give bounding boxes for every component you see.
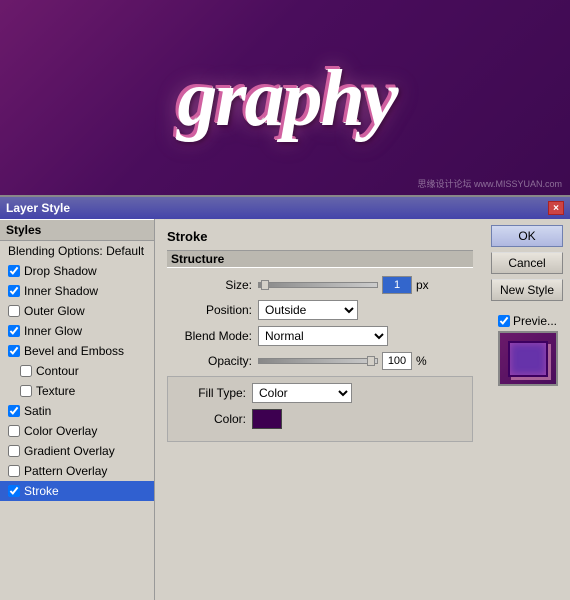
- structure-subtitle: Structure: [167, 250, 473, 268]
- color-overlay-checkbox[interactable]: [8, 425, 20, 437]
- color-swatch[interactable]: [252, 409, 282, 429]
- drop-shadow-checkbox[interactable]: [8, 265, 20, 277]
- outer-glow-checkbox[interactable]: [8, 305, 20, 317]
- size-unit: px: [416, 278, 429, 292]
- fill-type-label: Fill Type:: [176, 386, 246, 400]
- contour-checkbox[interactable]: [20, 365, 32, 377]
- texture-label: Texture: [36, 384, 75, 398]
- gradient-overlay-checkbox[interactable]: [8, 445, 20, 457]
- position-row: Position: Outside Inside Center: [167, 300, 473, 320]
- size-row: Size: px: [167, 276, 473, 294]
- blend-mode-controls: Normal Multiply Screen Overlay: [258, 326, 473, 346]
- dialog-title: Layer Style: [6, 201, 70, 215]
- styles-panel: Styles Blending Options: Default Drop Sh…: [0, 219, 155, 600]
- size-controls: px: [258, 276, 473, 294]
- fill-type-select[interactable]: Color Gradient Pattern: [252, 383, 352, 403]
- position-select[interactable]: Outside Inside Center: [258, 300, 358, 320]
- inner-glow-checkbox[interactable]: [8, 325, 20, 337]
- preview-checkbox-row: Previe...: [498, 314, 557, 328]
- candy-text-preview: graphy: [175, 52, 394, 143]
- ok-button[interactable]: OK: [491, 225, 563, 247]
- size-input[interactable]: [382, 276, 412, 294]
- stroke-checkbox[interactable]: [8, 485, 20, 497]
- bevel-emboss-label: Bevel and Emboss: [24, 344, 124, 358]
- blending-options-label: Blending Options: Default: [8, 244, 144, 258]
- color-overlay-label: Color Overlay: [24, 424, 97, 438]
- inner-glow-label: Inner Glow: [24, 324, 82, 338]
- blend-mode-row: Blend Mode: Normal Multiply Screen Overl…: [167, 326, 473, 346]
- watermark: 思缘设计论坛 www.MISSYUAN.com: [417, 177, 562, 190]
- stroke-section-title: Stroke: [167, 229, 473, 244]
- layer-style-dialog: Layer Style × Styles Blending Options: D…: [0, 195, 570, 600]
- style-item-inner-shadow[interactable]: Inner Shadow: [0, 281, 154, 301]
- main-panel: Stroke Structure Size: px Position:: [155, 219, 485, 600]
- fill-type-controls: Color Gradient Pattern: [252, 383, 464, 403]
- position-label: Position:: [167, 303, 252, 317]
- style-item-bevel-emboss[interactable]: Bevel and Emboss: [0, 341, 154, 361]
- color-controls: [252, 409, 464, 429]
- dialog-body: Styles Blending Options: Default Drop Sh…: [0, 219, 570, 600]
- preview-area: graphy 思缘设计论坛 www.MISSYUAN.com: [0, 0, 570, 195]
- opacity-slider-thumb[interactable]: [367, 356, 375, 366]
- contour-label: Contour: [36, 364, 79, 378]
- size-slider-thumb[interactable]: [261, 280, 269, 290]
- pattern-overlay-checkbox[interactable]: [8, 465, 20, 477]
- style-item-satin[interactable]: Satin: [0, 401, 154, 421]
- preview-thumb-inner: [508, 341, 548, 377]
- opacity-slider-track[interactable]: [258, 358, 378, 364]
- satin-checkbox[interactable]: [8, 405, 20, 417]
- opacity-input[interactable]: [382, 352, 412, 370]
- style-item-gradient-overlay[interactable]: Gradient Overlay: [0, 441, 154, 461]
- preview-label: Previe...: [513, 314, 557, 328]
- buttons-panel: OK Cancel New Style Previe...: [485, 219, 570, 600]
- dialog-titlebar: Layer Style ×: [0, 197, 570, 219]
- style-item-inner-glow[interactable]: Inner Glow: [0, 321, 154, 341]
- size-label: Size:: [167, 278, 252, 292]
- opacity-unit: %: [416, 354, 427, 368]
- position-controls: Outside Inside Center: [258, 300, 473, 320]
- size-slider-track[interactable]: [258, 282, 378, 288]
- style-item-drop-shadow[interactable]: Drop Shadow: [0, 261, 154, 281]
- fill-type-section: Fill Type: Color Gradient Pattern Color:: [167, 376, 473, 442]
- style-item-color-overlay[interactable]: Color Overlay: [0, 421, 154, 441]
- drop-shadow-label: Drop Shadow: [24, 264, 97, 278]
- texture-checkbox[interactable]: [20, 385, 32, 397]
- inner-shadow-label: Inner Shadow: [24, 284, 98, 298]
- opacity-row: Opacity: %: [167, 352, 473, 370]
- new-style-button[interactable]: New Style: [491, 279, 563, 301]
- fill-type-row: Fill Type: Color Gradient Pattern: [176, 383, 464, 403]
- blend-mode-select[interactable]: Normal Multiply Screen Overlay: [258, 326, 388, 346]
- gradient-overlay-label: Gradient Overlay: [24, 444, 115, 458]
- inner-shadow-checkbox[interactable]: [8, 285, 20, 297]
- blend-mode-label: Blend Mode:: [167, 329, 252, 343]
- styles-header: Styles: [0, 219, 154, 241]
- pattern-overlay-label: Pattern Overlay: [24, 464, 107, 478]
- stroke-label: Stroke: [24, 484, 59, 498]
- cancel-button[interactable]: Cancel: [491, 252, 563, 274]
- opacity-controls: %: [258, 352, 473, 370]
- satin-label: Satin: [24, 404, 51, 418]
- style-item-contour[interactable]: Contour: [0, 361, 154, 381]
- style-item-pattern-overlay[interactable]: Pattern Overlay: [0, 461, 154, 481]
- close-button[interactable]: ×: [548, 201, 564, 215]
- preview-checkbox[interactable]: [498, 315, 510, 327]
- style-item-texture[interactable]: Texture: [0, 381, 154, 401]
- style-item-blending[interactable]: Blending Options: Default: [0, 241, 154, 261]
- style-item-stroke[interactable]: Stroke: [0, 481, 154, 501]
- outer-glow-label: Outer Glow: [24, 304, 85, 318]
- opacity-label: Opacity:: [167, 354, 252, 368]
- bevel-emboss-checkbox[interactable]: [8, 345, 20, 357]
- preview-container: Previe...: [491, 314, 564, 386]
- preview-thumbnail: [498, 331, 558, 386]
- color-label: Color:: [176, 412, 246, 426]
- color-row: Color:: [176, 409, 464, 429]
- style-item-outer-glow[interactable]: Outer Glow: [0, 301, 154, 321]
